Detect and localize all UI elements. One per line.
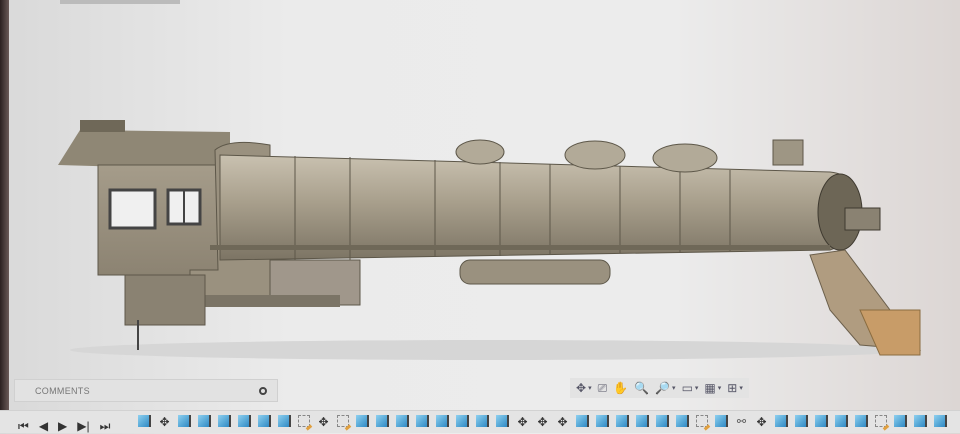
comments-label: COMMENTS [35, 385, 90, 396]
zoom-button[interactable]: 🔍 [634, 381, 649, 395]
pan-icon: ✋ [613, 381, 629, 395]
timeline-body-icon[interactable] [715, 415, 728, 427]
fit-icon: 🔎 [655, 381, 671, 395]
timeline: ⏮ ◀ ▶ ▶| ⏭ ✥ ✥ ✥ ✥ ✥ ⚯ ✥ [0, 410, 960, 433]
display-settings-button[interactable]: ▭ ▾ [682, 381, 699, 395]
orbit-button[interactable]: ✥ ▾ [576, 381, 592, 395]
timeline-body-icon[interactable] [795, 415, 808, 427]
sand-dome [455, 139, 505, 165]
display-settings-icon: ▭ [681, 381, 693, 395]
timeline-move-icon[interactable]: ✥ [158, 415, 171, 429]
grid-settings-button[interactable]: ▦ ▾ [704, 381, 721, 395]
timeline-body-icon[interactable] [436, 415, 449, 427]
add-comment-icon[interactable] [259, 386, 267, 395]
cab-roof [58, 130, 230, 170]
timeline-sketch-icon[interactable] [298, 415, 310, 427]
timeline-joint-icon[interactable]: ⚯ [735, 415, 748, 428]
cab-window [108, 188, 157, 230]
timeline-body-icon[interactable] [855, 415, 868, 427]
timeline-body-icon[interactable] [616, 415, 629, 427]
boiler [219, 154, 861, 261]
timeline-body-icon[interactable] [656, 415, 669, 427]
timeline-sketch-icon[interactable] [696, 415, 708, 427]
timeline-sketch-icon[interactable] [337, 415, 349, 427]
timeline-body-icon[interactable] [178, 415, 191, 427]
timeline-body-icon[interactable] [138, 415, 151, 427]
viewports-icon: ⊞ [727, 381, 738, 395]
timeline-move-icon[interactable]: ✥ [516, 415, 529, 429]
air-tank [459, 259, 611, 285]
grid-settings-icon: ▦ [704, 381, 716, 395]
timeline-body-icon[interactable] [894, 415, 907, 427]
dropdown-arrow-icon[interactable]: ▾ [718, 384, 722, 392]
navigation-toolbar: ✥ ▾ ⎚ ✋ 🔍 🔎 ▾ ▭ ▾ ▦ ▾ ⊞ ▾ [570, 378, 749, 398]
dropdown-arrow-icon[interactable]: ▾ [739, 384, 743, 392]
pan-button[interactable]: ✋ [613, 381, 628, 395]
dropdown-arrow-icon[interactable]: ▾ [695, 384, 699, 392]
timeline-body-icon[interactable] [396, 415, 409, 427]
timeline-body-icon[interactable] [934, 415, 947, 427]
timeline-body-icon[interactable] [914, 415, 927, 427]
top-toolbar-fragment [60, 0, 180, 4]
smokestack [772, 139, 804, 166]
timeline-body-icon[interactable] [815, 415, 828, 427]
timeline-body-icon[interactable] [416, 415, 429, 427]
timeline-steps: ✥ ✥ ✥ ✥ ✥ ⚯ ✥ [138, 415, 947, 429]
timeline-body-icon[interactable] [456, 415, 469, 427]
timeline-body-icon[interactable] [238, 415, 251, 427]
timeline-sketch-icon[interactable] [875, 415, 887, 427]
timeline-move-icon[interactable]: ✥ [536, 415, 549, 429]
orbit-icon: ✥ [576, 381, 587, 395]
locomotive-model[interactable] [40, 110, 940, 370]
timeline-body-icon[interactable] [636, 415, 649, 427]
timeline-body-icon[interactable] [496, 415, 509, 427]
timeline-body-icon[interactable] [218, 415, 231, 427]
steam-dome [564, 140, 626, 170]
timeline-body-icon[interactable] [258, 415, 271, 427]
monitor-bezel [0, 0, 9, 432]
comments-panel[interactable]: COMMENTS [14, 379, 278, 402]
dropdown-arrow-icon[interactable]: ▾ [672, 384, 676, 392]
timeline-body-icon[interactable] [676, 415, 689, 427]
timeline-body-icon[interactable] [596, 415, 609, 427]
timeline-body-icon[interactable] [476, 415, 489, 427]
timeline-body-icon[interactable] [576, 415, 589, 427]
timeline-body-icon[interactable] [835, 415, 848, 427]
timeline-body-icon[interactable] [775, 415, 788, 427]
look-at-icon: ⎚ [597, 380, 608, 395]
timeline-body-icon[interactable] [356, 415, 369, 427]
timeline-move-icon[interactable]: ✥ [317, 415, 330, 429]
dropdown-arrow-icon[interactable]: ▾ [588, 384, 592, 392]
timeline-move-icon[interactable]: ✥ [556, 415, 569, 429]
viewports-button[interactable]: ⊞ ▾ [727, 381, 743, 395]
timeline-body-icon[interactable] [198, 415, 211, 427]
ground-shadow [70, 340, 910, 360]
timeline-body-icon[interactable] [376, 415, 389, 427]
timeline-move-icon[interactable]: ✥ [755, 415, 768, 429]
timeline-body-icon[interactable] [278, 415, 291, 427]
fit-button[interactable]: 🔎 ▾ [655, 381, 675, 395]
look-at-button[interactable]: ⎚ [598, 381, 608, 396]
zoom-icon: 🔍 [634, 381, 650, 395]
